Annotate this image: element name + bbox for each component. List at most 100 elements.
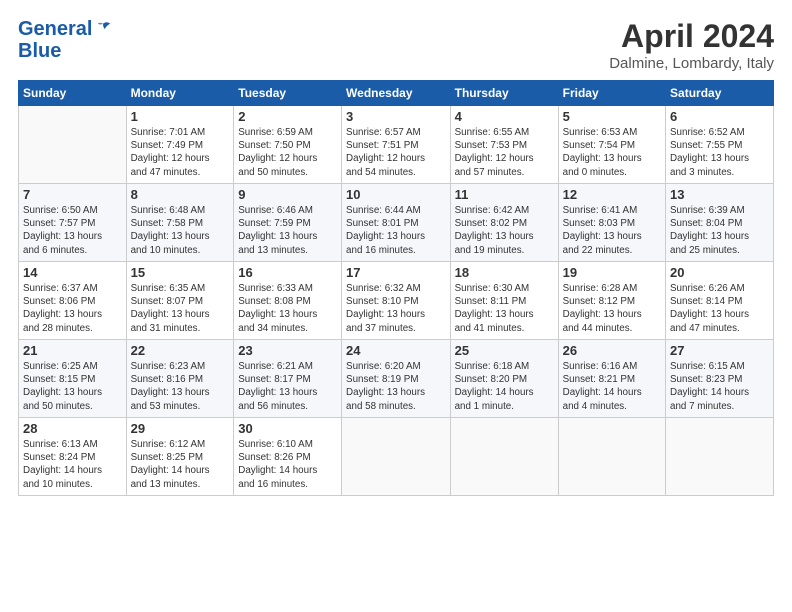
calendar-cell: 21 Sunrise: 6:25 AM Sunset: 8:15 PM Dayli… — [19, 340, 127, 418]
day-number: 16 — [238, 265, 337, 280]
day-number: 9 — [238, 187, 337, 202]
day-number: 27 — [670, 343, 769, 358]
day-number: 11 — [455, 187, 554, 202]
cell-content: Sunrise: 6:13 AM Sunset: 8:24 PM Dayligh… — [23, 438, 122, 491]
cell-content: Sunrise: 6:41 AM Sunset: 8:03 PM Dayligh… — [563, 204, 661, 257]
calendar-cell: 10Sunrise: 6:44 AM Sunset: 8:01 PM Dayli… — [342, 184, 451, 262]
calendar-cell: 23 Sunrise: 6:21 AM Sunset: 8:17 PM Dayli… — [234, 340, 342, 418]
calendar-cell: 5Sunrise: 6:53 AM Sunset: 7:54 PM Daylig… — [558, 106, 665, 184]
calendar-cell: 2 Sunrise: 6:59 AM Sunset: 7:50 PM Daylig… — [234, 106, 342, 184]
calendar-cell — [450, 418, 558, 496]
calendar-cell — [19, 106, 127, 184]
calendar-week-row: 21 Sunrise: 6:25 AM Sunset: 8:15 PM Dayli… — [19, 340, 774, 418]
calendar-cell: 19 Sunrise: 6:28 AM Sunset: 8:12 PM Dayli… — [558, 262, 665, 340]
day-number: 21 — [23, 343, 122, 358]
day-number: 23 — [238, 343, 337, 358]
cell-content: Sunrise: 6:12 AM Sunset: 8:25 PM Dayligh… — [131, 438, 230, 491]
calendar-cell: 24 Sunrise: 6:20 AM Sunset: 8:19 PM Dayli… — [342, 340, 451, 418]
calendar-cell: 11 Sunrise: 6:42 AM Sunset: 8:02 PM Dayli… — [450, 184, 558, 262]
location: Dalmine, Lombardy, Italy — [609, 55, 774, 72]
calendar-cell: 9Sunrise: 6:46 AM Sunset: 7:59 PM Daylig… — [234, 184, 342, 262]
calendar-cell: 26 Sunrise: 6:16 AM Sunset: 8:21 PM Dayli… — [558, 340, 665, 418]
cell-content: Sunrise: 6:50 AM Sunset: 7:57 PM Dayligh… — [23, 204, 122, 257]
calendar-cell: 25 Sunrise: 6:18 AM Sunset: 8:20 PM Dayli… — [450, 340, 558, 418]
day-number: 25 — [455, 343, 554, 358]
calendar-week-row: 7 Sunrise: 6:50 AM Sunset: 7:57 PM Daylig… — [19, 184, 774, 262]
col-wednesday: Wednesday — [342, 81, 451, 106]
cell-content: Sunrise: 6:21 AM Sunset: 8:17 PM Dayligh… — [238, 360, 337, 413]
cell-content: Sunrise: 6:26 AM Sunset: 8:14 PM Dayligh… — [670, 282, 769, 335]
col-friday: Friday — [558, 81, 665, 106]
calendar-header-row: Sunday Monday Tuesday Wednesday Thursday… — [19, 81, 774, 106]
day-number: 26 — [563, 343, 661, 358]
day-number: 20 — [670, 265, 769, 280]
col-thursday: Thursday — [450, 81, 558, 106]
cell-content: Sunrise: 6:10 AM Sunset: 8:26 PM Dayligh… — [238, 438, 337, 491]
cell-content: Sunrise: 6:55 AM Sunset: 7:53 PM Dayligh… — [455, 126, 554, 179]
day-number: 8 — [131, 187, 230, 202]
day-number: 14 — [23, 265, 122, 280]
cell-content: Sunrise: 6:53 AM Sunset: 7:54 PM Dayligh… — [563, 126, 661, 179]
cell-content: Sunrise: 7:01 AM Sunset: 7:49 PM Dayligh… — [131, 126, 230, 179]
calendar-week-row: 28 Sunrise: 6:13 AM Sunset: 8:24 PM Dayli… — [19, 418, 774, 496]
calendar-cell: 7 Sunrise: 6:50 AM Sunset: 7:57 PM Daylig… — [19, 184, 127, 262]
day-number: 17 — [346, 265, 446, 280]
day-number: 30 — [238, 421, 337, 436]
calendar-cell: 22 Sunrise: 6:23 AM Sunset: 8:16 PM Dayli… — [126, 340, 234, 418]
day-number: 4 — [455, 109, 554, 124]
cell-content: Sunrise: 6:28 AM Sunset: 8:12 PM Dayligh… — [563, 282, 661, 335]
calendar-cell: 1 Sunrise: 7:01 AM Sunset: 7:49 PM Daylig… — [126, 106, 234, 184]
calendar-cell: 30 Sunrise: 6:10 AM Sunset: 8:26 PM Dayli… — [234, 418, 342, 496]
logo: General Blue — [18, 18, 112, 62]
cell-content: Sunrise: 6:42 AM Sunset: 8:02 PM Dayligh… — [455, 204, 554, 257]
calendar-cell — [558, 418, 665, 496]
cell-content: Sunrise: 6:18 AM Sunset: 8:20 PM Dayligh… — [455, 360, 554, 413]
calendar-cell: 27Sunrise: 6:15 AM Sunset: 8:23 PM Dayli… — [666, 340, 774, 418]
cell-content: Sunrise: 6:20 AM Sunset: 8:19 PM Dayligh… — [346, 360, 446, 413]
day-number: 12 — [563, 187, 661, 202]
cell-content: Sunrise: 6:35 AM Sunset: 8:07 PM Dayligh… — [131, 282, 230, 335]
cell-content: Sunrise: 6:23 AM Sunset: 8:16 PM Dayligh… — [131, 360, 230, 413]
calendar-cell: 14 Sunrise: 6:37 AM Sunset: 8:06 PM Dayli… — [19, 262, 127, 340]
calendar-week-row: 14 Sunrise: 6:37 AM Sunset: 8:06 PM Dayli… — [19, 262, 774, 340]
title-block: April 2024 Dalmine, Lombardy, Italy — [609, 18, 774, 72]
day-number: 1 — [131, 109, 230, 124]
day-number: 7 — [23, 187, 122, 202]
calendar-cell: 18Sunrise: 6:30 AM Sunset: 8:11 PM Dayli… — [450, 262, 558, 340]
calendar-table: Sunday Monday Tuesday Wednesday Thursday… — [18, 80, 774, 496]
calendar-cell: 8 Sunrise: 6:48 AM Sunset: 7:58 PM Daylig… — [126, 184, 234, 262]
logo-blue: Blue — [18, 40, 112, 62]
col-sunday: Sunday — [19, 81, 127, 106]
day-number: 6 — [670, 109, 769, 124]
day-number: 15 — [131, 265, 230, 280]
col-tuesday: Tuesday — [234, 81, 342, 106]
calendar-cell — [666, 418, 774, 496]
cell-content: Sunrise: 6:32 AM Sunset: 8:10 PM Dayligh… — [346, 282, 446, 335]
cell-content: Sunrise: 6:16 AM Sunset: 8:21 PM Dayligh… — [563, 360, 661, 413]
day-number: 22 — [131, 343, 230, 358]
calendar-cell: 15 Sunrise: 6:35 AM Sunset: 8:07 PM Dayli… — [126, 262, 234, 340]
cell-content: Sunrise: 6:44 AM Sunset: 8:01 PM Dayligh… — [346, 204, 446, 257]
cell-content: Sunrise: 6:59 AM Sunset: 7:50 PM Dayligh… — [238, 126, 337, 179]
day-number: 19 — [563, 265, 661, 280]
logo-bird-icon — [94, 20, 112, 38]
cell-content: Sunrise: 6:57 AM Sunset: 7:51 PM Dayligh… — [346, 126, 446, 179]
calendar-cell: 3 Sunrise: 6:57 AM Sunset: 7:51 PM Daylig… — [342, 106, 451, 184]
cell-content: Sunrise: 6:37 AM Sunset: 8:06 PM Dayligh… — [23, 282, 122, 335]
calendar-cell: 29Sunrise: 6:12 AM Sunset: 8:25 PM Dayli… — [126, 418, 234, 496]
calendar-cell — [342, 418, 451, 496]
day-number: 13 — [670, 187, 769, 202]
calendar-cell: 28 Sunrise: 6:13 AM Sunset: 8:24 PM Dayli… — [19, 418, 127, 496]
cell-content: Sunrise: 6:48 AM Sunset: 7:58 PM Dayligh… — [131, 204, 230, 257]
day-number: 3 — [346, 109, 446, 124]
col-saturday: Saturday — [666, 81, 774, 106]
calendar-cell: 17 Sunrise: 6:32 AM Sunset: 8:10 PM Dayli… — [342, 262, 451, 340]
day-number: 24 — [346, 343, 446, 358]
calendar-cell: 16 Sunrise: 6:33 AM Sunset: 8:08 PM Dayli… — [234, 262, 342, 340]
day-number: 28 — [23, 421, 122, 436]
month-title: April 2024 — [609, 18, 774, 55]
cell-content: Sunrise: 6:33 AM Sunset: 8:08 PM Dayligh… — [238, 282, 337, 335]
day-number: 2 — [238, 109, 337, 124]
calendar-cell: 13Sunrise: 6:39 AM Sunset: 8:04 PM Dayli… — [666, 184, 774, 262]
cell-content: Sunrise: 6:25 AM Sunset: 8:15 PM Dayligh… — [23, 360, 122, 413]
